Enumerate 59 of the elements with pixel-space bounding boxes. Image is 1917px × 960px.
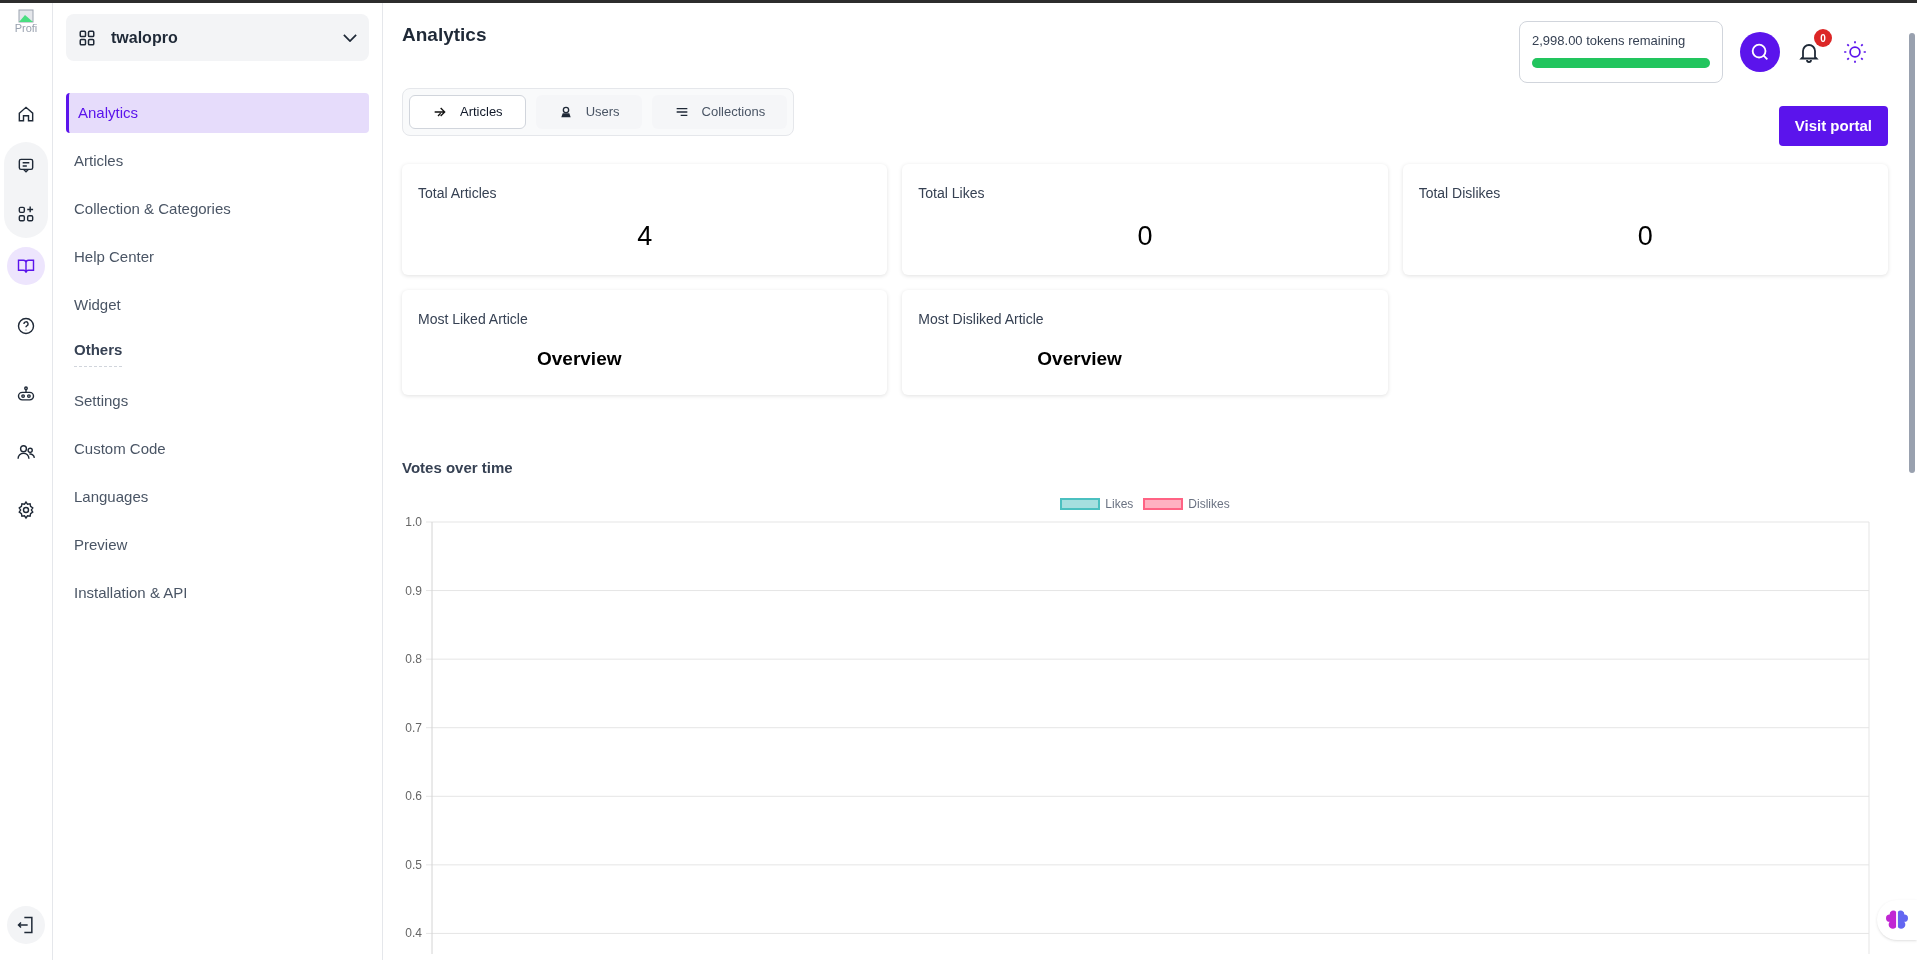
sidebar-item[interactable]: Articles xyxy=(66,141,369,181)
y-tick-label: 0.5 xyxy=(405,857,422,872)
y-tick-label: 0.6 xyxy=(405,788,422,803)
y-tick-label: 0.8 xyxy=(405,651,422,666)
legend-label: Likes xyxy=(1105,495,1134,513)
sidebar-item[interactable]: Preview xyxy=(66,525,369,565)
stat-value: 4 xyxy=(636,220,654,253)
legend-label: Dislikes xyxy=(1188,495,1230,513)
book-icon xyxy=(16,256,36,276)
home-icon xyxy=(16,104,36,124)
stat-label: Total Articles xyxy=(418,184,498,203)
search-button[interactable] xyxy=(1740,32,1780,72)
notification-count-badge: 0 xyxy=(1814,29,1832,47)
sidebar-item[interactable]: Languages xyxy=(66,477,369,517)
settings-icon xyxy=(16,500,36,520)
users-icon xyxy=(16,442,36,462)
logout-button[interactable] xyxy=(7,906,45,944)
logout-icon xyxy=(16,915,36,935)
visit-portal-button[interactable]: Visit portal xyxy=(1778,106,1888,146)
y-tick-label: 1.0 xyxy=(405,514,422,529)
sidebar-item[interactable]: Custom Code xyxy=(66,429,369,469)
tokens-remaining-text: 2,998.00 tokens remaining xyxy=(1532,32,1687,50)
y-tick-label: 0.7 xyxy=(405,720,422,735)
logo-alt-text: Profi xyxy=(14,23,38,34)
y-tick-label: 0.4 xyxy=(405,925,422,940)
stat-label: Most Liked Article xyxy=(418,310,529,329)
sidebar-item[interactable]: Settings xyxy=(66,381,369,421)
tab[interactable]: Collections xyxy=(651,95,788,129)
sidebar-item[interactable]: Help Center xyxy=(66,237,369,277)
stat-value: 0 xyxy=(1636,220,1654,253)
sidebar-item[interactable]: Collection & Categories xyxy=(66,189,369,229)
help-icon xyxy=(16,316,36,336)
sidebar-item[interactable]: Installation & API xyxy=(66,573,369,613)
stat-label: Total Likes xyxy=(918,184,986,203)
rail-button[interactable] xyxy=(7,247,45,285)
section-heading: Others xyxy=(74,339,123,367)
grid-icon xyxy=(78,28,96,47)
tab[interactable]: Users xyxy=(535,95,642,129)
broken-image-icon xyxy=(18,9,34,23)
brain-icon xyxy=(1886,909,1908,931)
stat-label: Most Disliked Article xyxy=(918,310,1045,329)
page-title: Analytics xyxy=(402,23,487,47)
y-tick-label: 0.9 xyxy=(405,583,422,598)
chart-title: Votes over time xyxy=(402,458,514,478)
sidebar-item[interactable]: Widget xyxy=(66,285,369,325)
sun-icon xyxy=(1842,39,1868,65)
stat-label: Total Dislikes xyxy=(1418,184,1502,203)
stat-value: 0 xyxy=(1136,220,1154,253)
chevron-down-icon xyxy=(343,33,357,42)
article-title: Overview xyxy=(1036,347,1123,371)
search-icon xyxy=(1749,41,1771,63)
ai-assistant-button[interactable] xyxy=(1877,900,1917,940)
robot-icon xyxy=(16,384,36,404)
apps-icon xyxy=(16,204,36,224)
tab[interactable]: Articles xyxy=(409,95,526,129)
sidebar-item[interactable]: Analytics xyxy=(66,93,369,133)
workspace-name: twalopro xyxy=(111,27,179,48)
article-title: Overview xyxy=(536,347,623,371)
workspace-selector[interactable]: twalopro xyxy=(66,14,369,61)
